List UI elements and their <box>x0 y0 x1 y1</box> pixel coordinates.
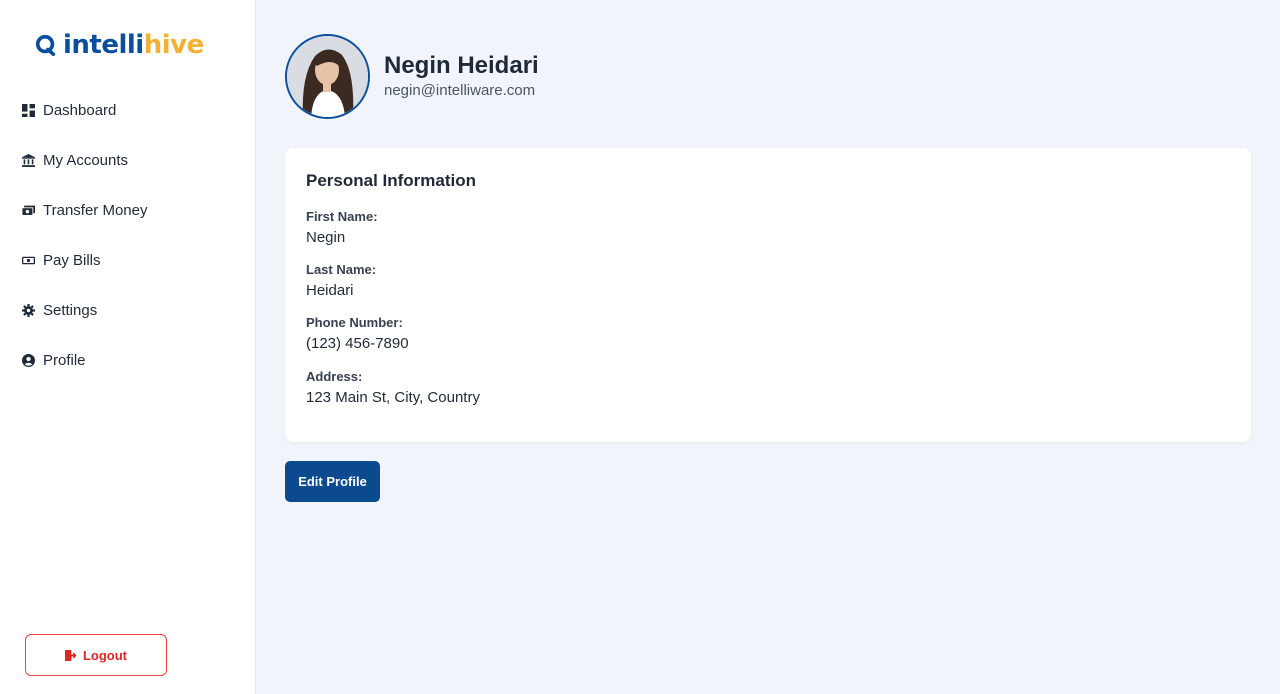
profile-email: negin@intelliware.com <box>384 82 536 99</box>
gear-icon <box>22 303 35 317</box>
logout-label: Logout <box>82 647 128 663</box>
avatar-photo <box>287 36 368 117</box>
field-label: First Name: <box>306 209 378 224</box>
money-transfer-icon <box>22 204 35 217</box>
edit-profile-button[interactable]: Edit Profile <box>285 461 380 502</box>
sidebar-item-my-accounts[interactable]: My Accounts <box>0 135 256 185</box>
bank-icon <box>22 153 35 167</box>
bills-icon <box>22 254 35 267</box>
sidebar: intellihive Dashboard My Accounts Transf… <box>0 0 256 694</box>
brand-logo[interactable]: intellihive <box>35 30 204 60</box>
sidebar-nav: Dashboard My Accounts Transfer Money Pay… <box>0 85 256 385</box>
sidebar-item-transfer-money[interactable]: Transfer Money <box>0 185 256 235</box>
logo-icon <box>35 34 56 56</box>
sidebar-item-label: My Accounts <box>43 151 129 169</box>
field-value: Heidari <box>306 282 354 299</box>
field-value: (123) 456-7890 <box>306 335 409 352</box>
sidebar-item-label: Transfer Money <box>43 201 148 219</box>
first-name-field: First Name: Negin <box>306 209 378 247</box>
field-value: Negin <box>306 229 346 246</box>
sidebar-item-label: Pay Bills <box>43 251 101 269</box>
avatar <box>285 34 370 119</box>
last-name-field: Last Name: Heidari <box>306 262 376 300</box>
user-circle-icon <box>22 353 35 367</box>
brand-name: intellihive <box>63 30 204 60</box>
sidebar-item-pay-bills[interactable]: Pay Bills <box>0 235 256 285</box>
phone-number-field: Phone Number: (123) 456-7890 <box>306 315 409 353</box>
field-label: Address: <box>306 369 363 384</box>
field-value: 123 Main St, City, Country <box>306 389 480 406</box>
main-content: Negin Heidari negin@intelliware.com Pers… <box>256 0 1280 694</box>
sidebar-item-label: Profile <box>43 351 86 369</box>
sidebar-item-profile[interactable]: Profile <box>0 335 256 385</box>
sidebar-item-settings[interactable]: Settings <box>0 285 256 335</box>
address-field: Address: 123 Main St, City, Country <box>306 369 480 407</box>
sidebar-item-label: Settings <box>43 301 98 319</box>
field-label: Phone Number: <box>306 315 403 330</box>
sidebar-item-dashboard[interactable]: Dashboard <box>0 85 256 135</box>
personal-info-card: Personal Information First Name: Negin L… <box>285 148 1251 442</box>
logout-icon <box>64 649 76 661</box>
dashboard-icon <box>22 103 35 117</box>
sidebar-item-label: Dashboard <box>43 101 117 119</box>
profile-name: Negin Heidari <box>384 52 539 79</box>
card-title: Personal Information <box>306 171 477 190</box>
brand-name-part2: hive <box>143 30 205 60</box>
field-label: Last Name: <box>306 262 377 277</box>
logout-button[interactable]: Logout <box>25 634 167 676</box>
brand-name-part1: intelli <box>63 30 144 60</box>
